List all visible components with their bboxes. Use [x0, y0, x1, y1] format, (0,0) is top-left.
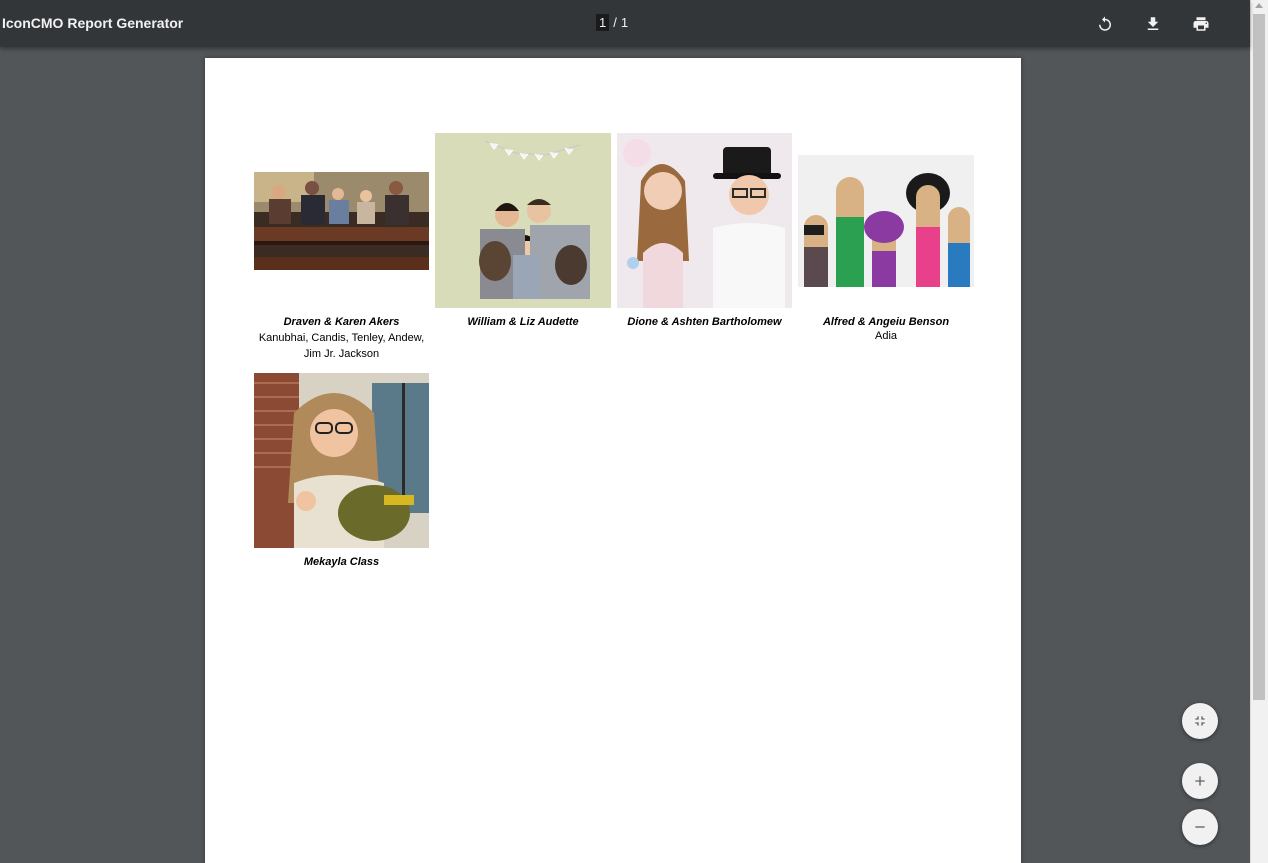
caption-bartholomew: Dione & Ashten Bartholomew — [617, 315, 792, 330]
download-icon — [1147, 17, 1159, 30]
family-name: Dione & Ashten Bartholomew — [627, 316, 782, 328]
caption-akers: Draven & Karen Akers Kanubhai, Candis, T… — [254, 315, 429, 362]
zoom-out-button[interactable] — [1182, 809, 1218, 845]
family-photo-akers — [254, 172, 429, 270]
page-separator: / — [613, 15, 617, 30]
download-button[interactable] — [1139, 10, 1167, 38]
family-name: Alfred & Angeiu Benson — [822, 316, 950, 328]
family-name: Draven & Karen Akers — [283, 316, 400, 328]
rotate-icon — [1099, 16, 1111, 31]
scrollbar-thumb[interactable] — [1253, 14, 1265, 700]
document-title: IconCMO Report Generator — [2, 15, 184, 31]
scroll-up-icon[interactable] — [1255, 3, 1263, 8]
total-pages: 1 — [620, 15, 629, 30]
family-photo-audette — [435, 133, 611, 308]
fit-to-page-button[interactable] — [1182, 703, 1218, 739]
family-name: Mekayla Class — [303, 556, 380, 568]
page-indicator: 1 / 1 — [596, 14, 628, 31]
children-names: Jim Jr. Jackson — [303, 348, 380, 360]
pdf-toolbar: IconCMO Report Generator 1 / 1 — [0, 0, 1250, 47]
current-page-input[interactable]: 1 — [596, 14, 610, 31]
zoom-in-button[interactable] — [1182, 763, 1218, 799]
children-names: Kanubhai, Candis, Tenley, Andew, — [258, 332, 425, 344]
family-photo-benson — [798, 155, 974, 287]
zoom-in-icon — [1195, 776, 1205, 786]
fit-to-page-icon — [1195, 716, 1205, 726]
caption-class: Mekayla Class — [254, 555, 429, 570]
print-icon — [1193, 17, 1209, 31]
document-viewer[interactable]: Draven & Karen Akers Kanubhai, Candis, T… — [0, 47, 1250, 863]
caption-audette: William & Liz Audette — [435, 315, 611, 330]
family-photo-class — [254, 373, 429, 548]
family-photo-bartholomew — [617, 133, 792, 308]
children-names: Adia — [874, 330, 898, 342]
rotate-button[interactable] — [1091, 10, 1119, 38]
pdf-page: Draven & Karen Akers Kanubhai, Candis, T… — [205, 58, 1021, 863]
family-name: William & Liz Audette — [467, 316, 579, 328]
zoom-out-icon — [1195, 826, 1205, 828]
print-button[interactable] — [1187, 10, 1215, 38]
caption-benson: Alfred & Angeiu Benson Adia — [798, 315, 974, 342]
vertical-scrollbar[interactable] — [1250, 0, 1268, 863]
